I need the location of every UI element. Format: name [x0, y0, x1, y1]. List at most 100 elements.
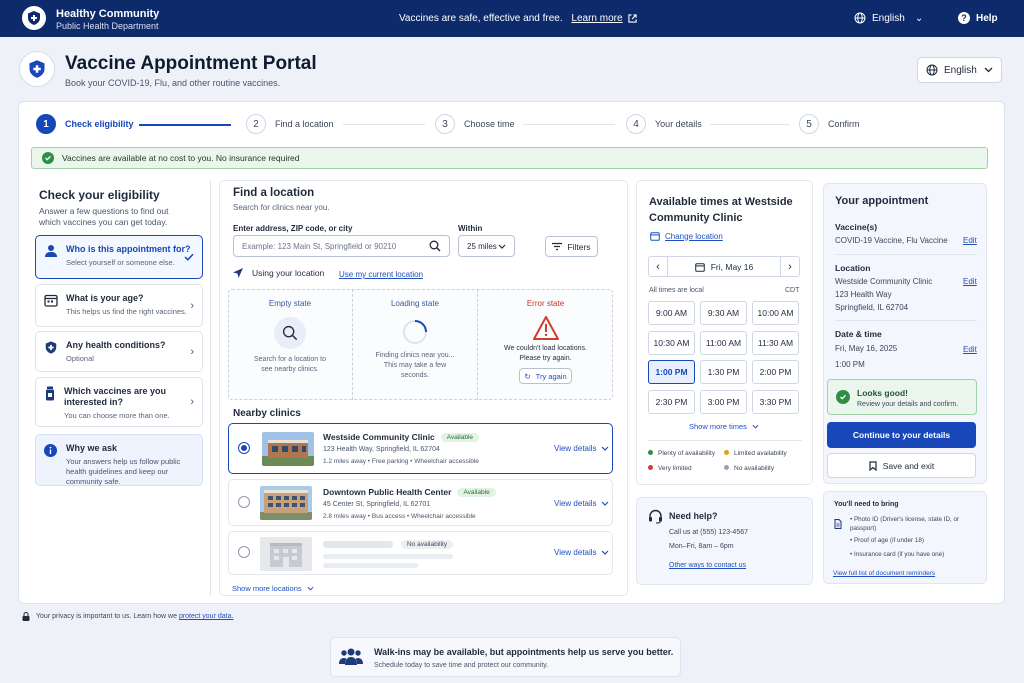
save-and-exit-button[interactable]: Save and exit: [827, 453, 976, 478]
search-icon: [274, 317, 306, 349]
chevron-down-icon: ⌄: [914, 12, 924, 24]
clinic-card-downtown[interactable]: Downtown Public Health Center Available …: [228, 479, 613, 526]
chevron-down-icon: [307, 586, 314, 591]
eligibility-item-vaccines[interactable]: Which vaccines are you interested in? You…: [35, 377, 203, 427]
help-button[interactable]: ? Help: [958, 12, 998, 24]
vaccines-label: Vaccine(s): [835, 222, 878, 232]
step-2[interactable]: 2 Find a location: [246, 114, 334, 134]
view-details-label: View details: [554, 444, 597, 453]
location-line-3: Springfield, IL 62704: [835, 303, 909, 312]
shield-logo-icon: [22, 6, 46, 30]
distance-select[interactable]: 25 miles: [458, 235, 515, 257]
filters-button[interactable]: Filters: [545, 236, 598, 257]
location-line-1: Westside Community Clinic: [835, 277, 933, 286]
time-slot[interactable]: 3:30 PM: [752, 390, 799, 414]
clinic-radio[interactable]: [238, 496, 250, 508]
prev-day-button[interactable]: ‹: [648, 256, 668, 277]
step-3[interactable]: 3 Choose time: [435, 114, 515, 134]
change-location-link[interactable]: Change location: [650, 231, 723, 241]
time-slot[interactable]: 2:00 PM: [752, 360, 799, 384]
time-slot-selected[interactable]: 1:00 PM: [648, 360, 695, 384]
view-details-link[interactable]: View details: [554, 548, 609, 557]
location-label: Location: [835, 263, 871, 273]
date-picker[interactable]: Fri, May 16: [668, 256, 780, 277]
view-details-label: View details: [554, 499, 597, 508]
lock-icon: [22, 612, 30, 621]
step-connector: [139, 124, 231, 126]
time-slot[interactable]: 9:00 AM: [648, 301, 695, 325]
error-state-title: Error state: [526, 299, 565, 308]
check-circle-icon: [42, 152, 54, 164]
time-slot[interactable]: 2:30 PM: [648, 390, 695, 414]
save-and-exit-label: Save and exit: [882, 460, 935, 471]
eligibility-item-who[interactable]: Who is this appointment for? Select yours…: [35, 235, 203, 279]
step-label: Find a location: [275, 119, 334, 129]
clinic-radio-selected[interactable]: [238, 442, 250, 454]
time-slot[interactable]: 1:30 PM: [700, 360, 747, 384]
edit-vaccines-link[interactable]: Edit: [963, 236, 977, 245]
chevron-right-icon: ›: [190, 299, 194, 312]
eligibility-item-age[interactable]: What is your age? This helps us find the …: [35, 284, 203, 327]
legend-label: Very limited: [658, 465, 692, 472]
step-label: Confirm: [828, 119, 860, 129]
time-slot[interactable]: 10:30 AM: [648, 331, 695, 355]
find-subtitle: Search for clinics near you.: [233, 203, 330, 212]
step-connector: [343, 124, 425, 125]
divider: [835, 254, 977, 255]
help-phone: Call us at (555) 123-4567: [669, 529, 748, 536]
address-search-input[interactable]: Example: 123 Main St, Springfield or 902…: [233, 235, 450, 257]
edit-datetime-link[interactable]: Edit: [963, 345, 977, 354]
continue-button[interactable]: Continue to your details: [827, 422, 976, 448]
other-contact-link[interactable]: Other ways to contact us: [669, 562, 746, 569]
calendar-icon: [650, 231, 660, 241]
use-current-location-link[interactable]: Use my current location: [339, 270, 423, 279]
try-again-button[interactable]: ↻ Try again: [519, 368, 572, 384]
legend-item: Limited availability: [724, 450, 787, 457]
clinic-card-unavailable[interactable]: No availability View details: [228, 531, 613, 575]
walkin-banner: Walk-ins may be available, but appointme…: [330, 637, 681, 677]
clinic-photo: [260, 486, 312, 520]
search-icon[interactable]: [429, 240, 441, 252]
view-details-link[interactable]: View details: [554, 499, 609, 508]
legend-dot: [724, 450, 729, 455]
clinic-radio[interactable]: [238, 546, 250, 558]
edit-location-link[interactable]: Edit: [963, 277, 977, 286]
within-label: Within: [458, 224, 483, 233]
step-4[interactable]: 4 Your details: [626, 114, 702, 134]
next-day-button[interactable]: ›: [780, 256, 800, 277]
try-again-label: Try again: [535, 371, 567, 381]
step-1[interactable]: 1 Check eligibility: [36, 114, 134, 134]
eligibility-item-conditions[interactable]: Any health conditions? Optional ›: [35, 331, 203, 372]
view-details-label: View details: [554, 548, 597, 557]
person-icon: [44, 244, 58, 258]
calendar-icon: [44, 293, 58, 307]
eligibility-item-title: Who is this appointment for?: [66, 244, 191, 254]
why-we-ask-box: Why we ask Your answers help us follow p…: [35, 434, 203, 486]
safety-banner: Vaccines are safe, effective and free. L…: [399, 13, 637, 24]
clinic-card-westside[interactable]: Westside Community Clinic Available 123 …: [228, 423, 613, 474]
error-state-text: We couldn't load locations. Please try a…: [504, 345, 587, 362]
divider: [648, 440, 802, 441]
bring-item: • Proof of age (if under 18): [850, 537, 924, 544]
time-slot[interactable]: 3:00 PM: [700, 390, 747, 414]
language-select[interactable]: English: [917, 57, 1002, 83]
time-slot[interactable]: 10:00 AM: [752, 301, 799, 325]
time-slot[interactable]: 11:30 AM: [752, 331, 799, 355]
step-5[interactable]: 5 Confirm: [799, 114, 860, 134]
chevron-down-icon: [498, 244, 506, 249]
help-icon: ?: [958, 12, 970, 24]
view-details-link[interactable]: View details: [554, 444, 609, 453]
address-placeholder: Example: 123 Main St, Springfield or 902…: [242, 241, 397, 251]
time-slot[interactable]: 11:00 AM: [700, 331, 747, 355]
show-more-locations-link[interactable]: Show more locations: [232, 584, 314, 593]
clinic-name: Westside Community Clinic: [323, 432, 435, 442]
top-language-toggle[interactable]: English ⌄: [854, 12, 923, 24]
protect-data-link[interactable]: protect your data.: [179, 613, 233, 620]
legend-dot: [724, 465, 729, 470]
change-location-label: Change location: [665, 231, 723, 241]
time-slot[interactable]: 9:30 AM: [700, 301, 747, 325]
step-label: Your details: [655, 119, 702, 129]
show-more-times-link[interactable]: Show more times: [689, 422, 759, 431]
document-reminders-link[interactable]: View full list of document reminders: [833, 570, 935, 577]
learn-more-link[interactable]: Learn more: [571, 13, 622, 24]
